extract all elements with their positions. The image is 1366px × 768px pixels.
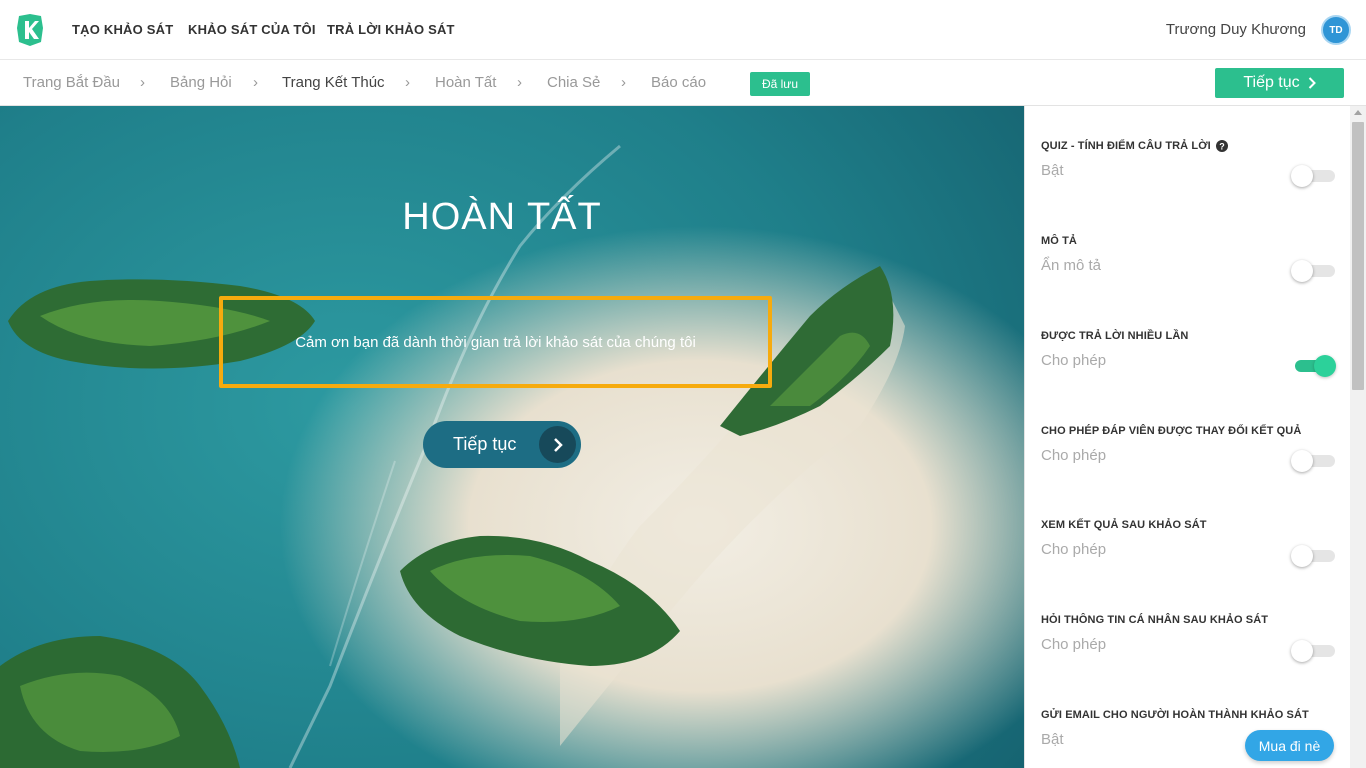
scroll-thumb[interactable]	[1352, 122, 1364, 390]
continue-button-top[interactable]: Tiếp tục	[1215, 68, 1344, 98]
continue-button-preview-label: Tiếp tục	[453, 434, 517, 454]
continue-button-label: Tiếp tục	[1243, 74, 1300, 91]
page-title: HOÀN TẤT	[402, 196, 602, 238]
step-report[interactable]: Báo cáo	[651, 74, 706, 91]
chevron-right-icon: ›	[517, 74, 522, 91]
ask-personal-info-toggle[interactable]	[1291, 640, 1335, 662]
buy-button[interactable]: Mua đi nè	[1245, 730, 1334, 761]
setting-quiz: QUIZ - TÍNH ĐIỂM CÂU TRẢ LỜI ? Bật	[1041, 140, 1335, 187]
chevron-right-icon: ›	[621, 74, 626, 91]
setting-description: MÔ TẢ Ẩn mô tả	[1041, 235, 1335, 282]
allow-change-result-toggle[interactable]	[1291, 450, 1335, 472]
setting-multiple-answers: ĐƯỢC TRẢ LỜI NHIỀU LẦN Cho phép	[1041, 330, 1336, 377]
setting-title: CHO PHÉP ĐÁP VIÊN ĐƯỢC THAY ĐỔI KẾT QUẢ	[1041, 425, 1302, 437]
setting-allow-change-result: CHO PHÉP ĐÁP VIÊN ĐƯỢC THAY ĐỔI KẾT QUẢ …	[1041, 425, 1335, 472]
setting-title: XEM KẾT QUẢ SAU KHẢO SÁT	[1041, 519, 1207, 531]
setting-title: MÔ TẢ	[1041, 235, 1077, 247]
end-page-preview: HOÀN TẤT Cảm ơn bạn đã dành thời gian tr…	[0, 106, 1024, 768]
description-toggle[interactable]	[1291, 260, 1335, 282]
multiple-answers-toggle[interactable]	[1291, 355, 1336, 377]
setting-title: ĐƯỢC TRẢ LỜI NHIỀU LẦN	[1041, 330, 1189, 342]
setting-title: GỬI EMAIL CHO NGƯỜI HOÀN THÀNH KHẢO SÁT	[1041, 709, 1309, 721]
chevron-right-icon	[1308, 77, 1316, 89]
brand-logo-icon[interactable]	[16, 14, 44, 46]
setting-title: HỎI THÔNG TIN CÁ NHÂN SAU KHẢO SÁT	[1041, 614, 1269, 626]
setting-view-results: XEM KẾT QUẢ SAU KHẢO SÁT Cho phép	[1041, 519, 1335, 567]
settings-panel: QUIZ - TÍNH ĐIỂM CÂU TRẢ LỜI ? Bật MÔ TẢ…	[1024, 106, 1350, 768]
chevron-right-icon: ›	[405, 74, 410, 91]
nav-create-survey[interactable]: TẠO KHẢO SÁT	[72, 22, 173, 37]
top-nav: TẠO KHẢO SÁT KHẢO SÁT CỦA TÔI TRẢ LỜI KH…	[0, 0, 1366, 60]
nav-answer-survey[interactable]: TRẢ LỜI KHẢO SÁT	[327, 22, 455, 37]
view-results-toggle[interactable]	[1291, 545, 1335, 567]
step-complete[interactable]: Hoàn Tất	[435, 74, 496, 91]
quiz-toggle[interactable]	[1291, 165, 1335, 187]
nav-my-surveys[interactable]: KHẢO SÁT CỦA TÔI	[188, 22, 316, 37]
step-start-page[interactable]: Trang Bắt Đầu	[23, 74, 120, 91]
step-share[interactable]: Chia Sẻ	[547, 74, 600, 91]
svg-text:?: ?	[1219, 142, 1225, 152]
step-bar: Trang Bắt Đầu › Bảng Hỏi › Trang Kết Thú…	[0, 60, 1366, 106]
chevron-right-icon: ›	[140, 74, 145, 91]
thank-you-message-box[interactable]: Cảm ơn bạn đã dành thời gian trả lời khả…	[219, 296, 772, 388]
settings-scrollbar[interactable]	[1350, 106, 1366, 768]
setting-ask-personal-info: HỎI THÔNG TIN CÁ NHÂN SAU KHẢO SÁT Cho p…	[1041, 614, 1335, 662]
step-end-page[interactable]: Trang Kết Thúc	[282, 74, 385, 91]
saved-badge: Đã lưu	[750, 72, 810, 96]
thank-you-message: Cảm ơn bạn đã dành thời gian trả lời khả…	[295, 333, 696, 351]
chevron-right-icon: ›	[253, 74, 258, 91]
help-icon[interactable]: ?	[1215, 140, 1228, 152]
step-questionnaire[interactable]: Bảng Hỏi	[170, 74, 232, 91]
continue-button-preview[interactable]: Tiếp tục	[423, 421, 581, 468]
setting-title: QUIZ - TÍNH ĐIỂM CÂU TRẢ LỜI	[1041, 140, 1211, 152]
scroll-up-arrow-icon[interactable]	[1354, 110, 1362, 115]
avatar[interactable]: TD	[1321, 15, 1351, 45]
chevron-right-icon	[539, 426, 576, 463]
user-name[interactable]: Trương Duy Khương	[1166, 21, 1306, 38]
